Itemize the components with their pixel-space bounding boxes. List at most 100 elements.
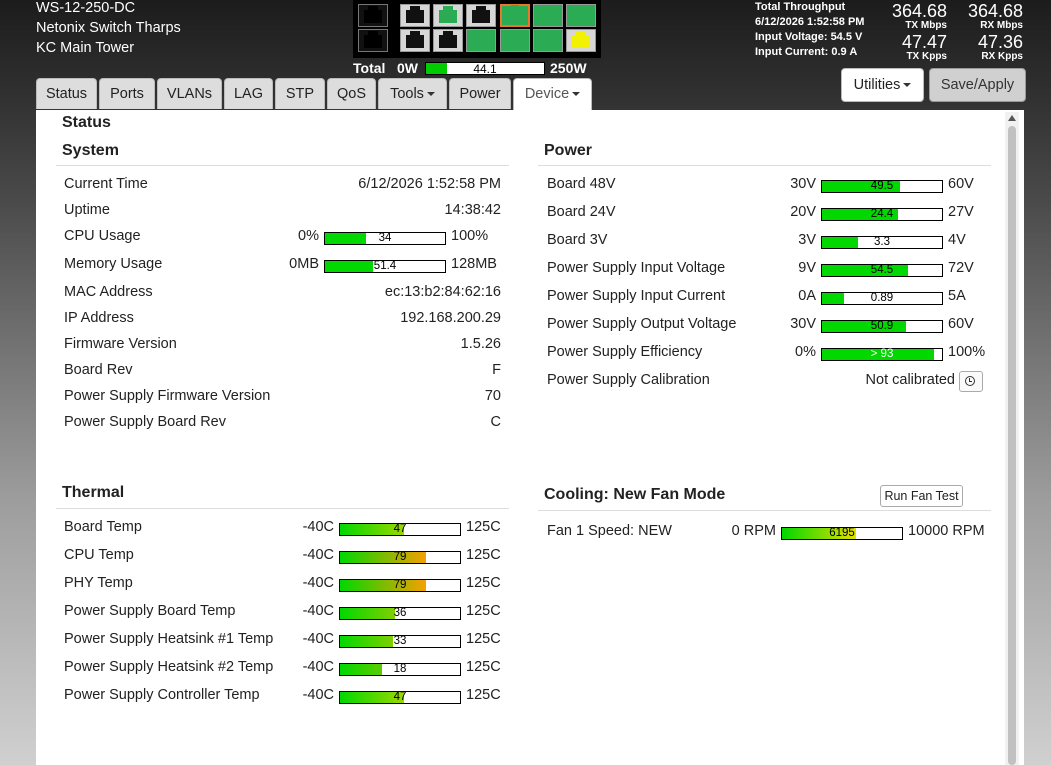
tab-device[interactable]: Device [513, 78, 592, 110]
utilities-button[interactable]: Utilities [841, 68, 924, 102]
port-2[interactable] [358, 29, 388, 52]
thermal-section-title: Thermal [62, 484, 125, 501]
thermal-row-label: Power Supply Heatsink #1 Temp [64, 631, 274, 647]
scrollbar-thumb[interactable] [1008, 126, 1016, 765]
input-voltage: Input Voltage: 54.5 V [755, 31, 863, 43]
throughput-title: Total Throughput [755, 1, 846, 13]
system-row-value: C [490, 414, 501, 430]
throughput-info: Total Throughput 6/12/2026 1:52:58 PM In… [755, 0, 864, 60]
power-row-label: Power Supply Output Voltage [547, 316, 737, 332]
thermal-row-min: -40C [302, 631, 334, 647]
chevron-down-icon [426, 92, 435, 97]
ethernet-port-icon [364, 31, 382, 48]
thermal-row-bar-value: 79 [393, 579, 407, 591]
system-row-value: ec:13:b2:84:62:16 [384, 284, 501, 300]
system-row-bar-value: 34 [378, 232, 392, 244]
cooling-section-title: Cooling: New Fan Mode [544, 486, 726, 503]
port-6[interactable] [433, 29, 463, 52]
port-4[interactable] [400, 29, 430, 52]
device-model: WS-12-250-DC [36, 0, 136, 16]
tx-kpps-label: TX Kpps [906, 51, 947, 62]
tab-label: Status [45, 86, 88, 102]
thermal-row: Power Supply Board Temp -40C 36 125C [64, 603, 501, 623]
ethernet-port-icon [572, 31, 590, 48]
section-divider [56, 165, 509, 166]
thermal-row-bar: 79 [339, 579, 461, 592]
thermal-row-bar-value: 79 [393, 551, 407, 563]
scroll-up-arrow-icon[interactable] [1008, 115, 1016, 121]
thermal-row-label: Board Temp [64, 519, 142, 535]
power-row-max: 60V [948, 176, 974, 192]
system-row: Current Time 6/12/2026 1:52:58 PM [64, 176, 501, 196]
power-row: Board 48V 30V 49.5 60V [547, 176, 983, 196]
system-row-label: Current Time [64, 176, 148, 192]
ethernet-port-icon [507, 5, 523, 22]
ethernet-port-icon [406, 31, 424, 48]
port-3[interactable] [400, 4, 430, 27]
power-row-label: Power Supply Input Current [547, 288, 726, 304]
port-10[interactable] [500, 29, 530, 52]
port-13[interactable] [566, 4, 596, 27]
power-row-label: Power Supply Input Voltage [547, 260, 726, 276]
port-11[interactable] [533, 4, 563, 27]
chevron-down-icon [572, 92, 581, 97]
port-7[interactable] [466, 4, 496, 27]
thermal-row-bar-value: 33 [393, 635, 407, 647]
thermal-row-max: 125C [466, 687, 501, 703]
tab-ports[interactable]: Ports [99, 78, 155, 109]
total-power-max: 250W [550, 60, 587, 76]
system-row-label: Firmware Version [64, 336, 177, 352]
ethernet-port-icon [472, 31, 490, 48]
port-5[interactable] [433, 4, 463, 27]
port-14[interactable] [566, 29, 596, 52]
ethernet-port-icon [406, 6, 424, 23]
system-row: Power Supply Board Rev C [64, 414, 501, 434]
system-row-value: 192.168.200.29 [400, 310, 501, 326]
tab-vlans[interactable]: VLANs [157, 78, 222, 109]
calibrate-button[interactable] [959, 371, 983, 392]
run-fan-test-button[interactable]: Run Fan Test [880, 485, 963, 507]
thermal-row-bar-value: 18 [393, 663, 407, 675]
device-name: Netonix Switch Tharps [36, 20, 181, 36]
tx-kpps-value: 47.47 [901, 32, 947, 52]
thermal-row-bar-value: 36 [393, 607, 407, 619]
thermal-row-bar: 33 [339, 635, 461, 648]
system-row-label: Power Supply Firmware Version [64, 388, 271, 404]
tab-lag[interactable]: LAG [224, 78, 273, 109]
port-8[interactable] [466, 29, 496, 52]
system-row-label: Power Supply Board Rev [64, 414, 226, 430]
section-divider [538, 165, 991, 166]
tab-power[interactable]: Power [449, 78, 511, 109]
port-12[interactable] [533, 29, 563, 52]
power-row-bar: > 93 [821, 348, 943, 361]
system-row-label: IP Address [64, 310, 134, 326]
save-apply-button[interactable]: Save/Apply [929, 68, 1026, 102]
power-row-bar-value: 50.9 [870, 320, 894, 332]
tab-label: Ports [110, 86, 144, 102]
tab-tools[interactable]: Tools [378, 78, 447, 109]
total-power-label: Total [353, 60, 386, 76]
power-row: Power Supply Output Voltage 30V 50.9 60V [547, 316, 983, 336]
tab-qos[interactable]: QoS [327, 78, 376, 109]
tab-label: Device [524, 86, 570, 102]
system-row-min: 0MB [289, 256, 319, 272]
cooling-row-label: Fan 1 Speed: NEW [547, 523, 672, 539]
system-row-value: 6/12/2026 1:52:58 PM [358, 176, 501, 192]
tab-status[interactable]: Status [36, 78, 97, 109]
system-row: Uptime 14:38:42 [64, 202, 501, 222]
power-row-bar-value: > 93 [870, 348, 894, 360]
power-row-label: Board 24V [547, 204, 616, 220]
utilities-label: Utilities [853, 77, 901, 93]
vertical-scrollbar[interactable] [1005, 112, 1019, 765]
port-1[interactable] [358, 4, 388, 27]
power-row-max: 100% [948, 344, 986, 360]
port-9[interactable] [500, 4, 530, 27]
section-divider [538, 510, 991, 511]
tab-stp[interactable]: STP [275, 78, 325, 109]
rx-kpps-metric: 47.36 RX Kpps [955, 32, 1023, 62]
thermal-row-bar: 18 [339, 663, 461, 676]
ethernet-port-icon [439, 6, 457, 23]
thermal-row: PHY Temp -40C 79 125C [64, 575, 501, 595]
power-row-max: 5A [948, 288, 966, 304]
system-row-label: MAC Address [64, 284, 153, 300]
